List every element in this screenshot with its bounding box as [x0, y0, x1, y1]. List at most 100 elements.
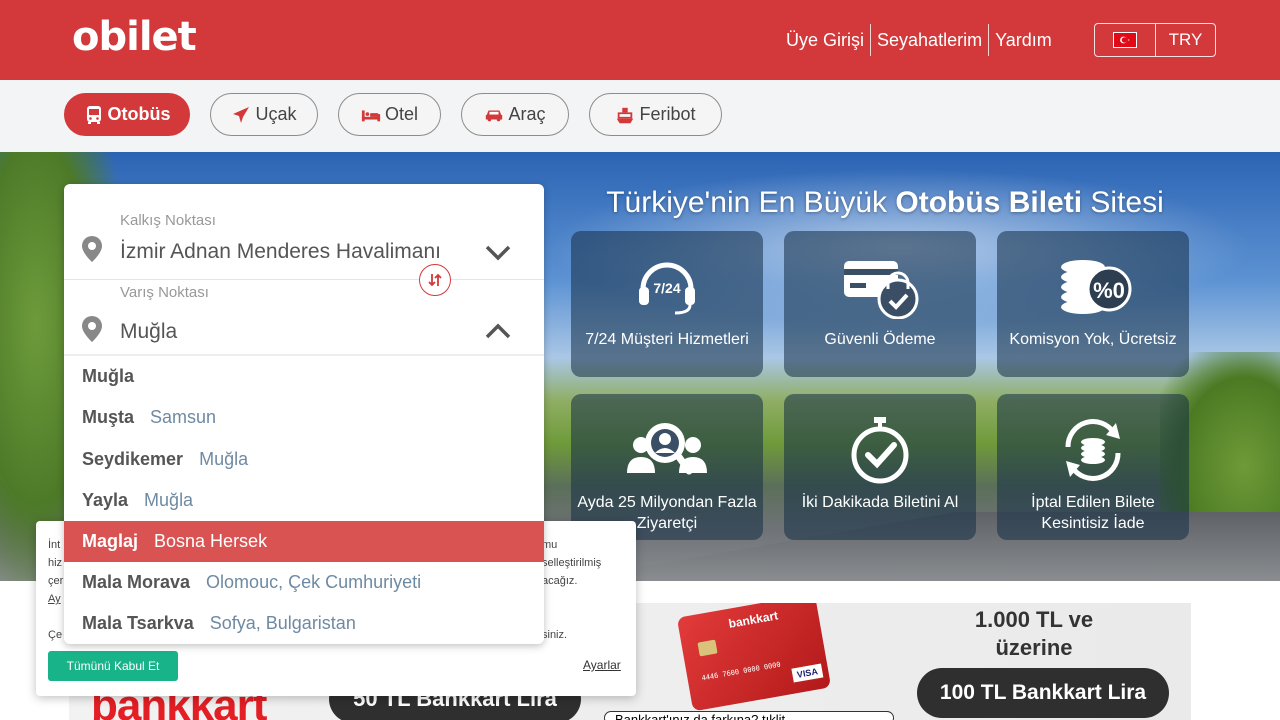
language-currency-selector[interactable]: TRY: [1094, 23, 1216, 57]
credit-card-image: bankkart 4446 7600 0000 0000 VISA: [676, 603, 832, 712]
dropdown-option[interactable]: Muğla: [64, 356, 544, 397]
tab-bus[interactable]: Otobüs: [64, 93, 190, 136]
cookie-link[interactable]: Ay: [48, 593, 61, 605]
refund-coins-icon: [997, 410, 1189, 490]
dropdown-option[interactable]: Yayla Muğla: [64, 480, 544, 521]
option-region: Sofya, Bulgaristan: [209, 613, 356, 633]
destination-label: Varış Noktası: [120, 284, 209, 301]
tab-flight-label: Uçak: [255, 104, 297, 124]
promo-right-line2: üzerine: [995, 635, 1073, 660]
feature-refund-label: İptal Edilen Bilete Kesintisiz İade: [1031, 494, 1155, 532]
obilet-logo[interactable]: obilet: [72, 14, 197, 60]
coins-zero-percent-icon: %0: [997, 247, 1189, 327]
origin-field[interactable]: Kalkış Noktası İzmir Adnan Menderes Hava…: [64, 184, 544, 279]
header: obilet Üye Girişi Seyahatlerim Yardım TR…: [0, 0, 1280, 80]
login-link[interactable]: Üye Girişi: [780, 24, 870, 56]
option-region: Muğla: [144, 490, 194, 510]
product-tabs: Otobüs Uçak Otel Araç Feribot: [0, 80, 1280, 152]
feature-two-minutes-label: İki Dakikada Biletini Al: [801, 494, 959, 511]
bus-icon: [84, 105, 104, 125]
feature-secure-payment: Güvenli Ödeme: [784, 231, 976, 377]
cookie-settings-link[interactable]: Ayarlar: [583, 658, 621, 672]
chevron-down-icon[interactable]: [484, 244, 512, 262]
turkey-flag-icon: [1113, 32, 1137, 48]
option-region: Bosna Hersek: [154, 531, 268, 551]
option-name: Maglaj: [82, 531, 139, 551]
stopwatch-check-icon: [784, 410, 976, 490]
promo-pill-right: 100 TL Bankkart Lira: [917, 668, 1169, 718]
tab-ferry[interactable]: Feribot: [589, 93, 722, 136]
cookie-text-line: hiz: [48, 557, 63, 569]
option-region: Olomouc, Çek Cumhuriyeti: [206, 572, 422, 592]
dropdown-option-selected[interactable]: Maglaj Bosna Hersek: [64, 521, 544, 562]
option-region: Muğla: [199, 449, 249, 469]
dropdown-option[interactable]: Seydikemer Muğla: [64, 439, 544, 480]
visa-logo: VISA: [791, 663, 824, 683]
zero-percent-text: %0: [1093, 278, 1125, 303]
origin-label: Kalkış Noktası: [120, 212, 216, 229]
help-link[interactable]: Yardım: [989, 24, 1058, 56]
bed-icon: [361, 105, 381, 125]
feature-no-commission-label: Komisyon Yok, Ücretsiz: [1009, 331, 1177, 348]
feature-support: 7/24 7/24 Müşteri Hizmetleri: [571, 231, 763, 377]
dropdown-option[interactable]: Mala Morava Olomouc, Çek Cumhuriyeti: [64, 562, 544, 603]
headset-icon: 7/24: [571, 247, 763, 327]
feature-secure-payment-label: Güvenli Ödeme: [824, 331, 936, 348]
plane-icon: [231, 105, 251, 125]
ferry-icon: [615, 105, 635, 125]
hero-title-post: Sitesi: [1090, 186, 1164, 219]
cookie-text-line: Çe: [48, 629, 63, 641]
location-pin-icon: [82, 316, 102, 342]
origin-value: İzmir Adnan Menderes Havalimanı: [120, 240, 441, 263]
top-nav: Üye Girişi Seyahatlerim Yardım: [780, 24, 1058, 56]
cookie-text-line: acağız.: [542, 575, 578, 587]
car-icon: [484, 105, 504, 125]
card-number: 4446 7600 0000 0000: [701, 660, 782, 683]
option-name: Yayla: [82, 490, 129, 510]
option-name: Seydikemer: [82, 449, 184, 469]
tab-car-label: Araç: [508, 104, 546, 124]
card-chip: [697, 639, 718, 657]
destination-input[interactable]: Muğla: [120, 320, 177, 344]
option-name: Mala Morava: [82, 572, 191, 592]
tab-hotel[interactable]: Otel: [338, 93, 441, 136]
tab-bus-label: Otobüs: [107, 104, 171, 124]
option-name: Mala Tsarkva: [82, 613, 194, 633]
tab-ferry-label: Feribot: [639, 104, 696, 124]
hero-title-bold: Otobüs Bileti: [895, 186, 1083, 219]
headset-icon-text: 7/24: [653, 280, 680, 296]
currency-button[interactable]: TRY: [1156, 24, 1215, 56]
tab-hotel-label: Otel: [384, 104, 418, 124]
chevron-up-icon[interactable]: [484, 322, 512, 340]
hero-title-pre: Türkiye'nin En Büyük: [606, 186, 888, 219]
language-button[interactable]: [1095, 24, 1156, 56]
location-pin-icon: [82, 236, 102, 262]
cookie-text-line: çer: [48, 575, 64, 587]
feature-two-minutes: İki Dakikada Biletini Al: [784, 394, 976, 540]
option-region: Samsun: [150, 407, 217, 427]
destination-field[interactable]: Varış Noktası Muğla: [64, 280, 544, 354]
promo-right-line1: 1.000 TL ve: [974, 607, 1094, 632]
tab-flight[interactable]: Uçak: [210, 93, 318, 136]
feature-visitors: Ayda 25 Milyondan Fazla Ziyaretçi: [571, 394, 763, 540]
accept-all-cookies-button[interactable]: Tümünü Kabul Et: [48, 651, 178, 681]
feature-refund: İptal Edilen Bilete Kesintisiz İade: [997, 394, 1189, 540]
option-name: Muşta: [82, 407, 135, 427]
feature-support-label: 7/24 Müşteri Hizmetleri: [585, 331, 749, 348]
promo-small-text: Bankkart'ınız da farkına? tıklit: [604, 711, 894, 720]
cookie-text-line: siniz.: [542, 629, 568, 641]
cookie-text-line: selleştirilmiş: [542, 557, 602, 569]
dropdown-option[interactable]: Mala Tsarkva Sofya, Bulgaristan: [64, 603, 544, 644]
tab-car[interactable]: Araç: [461, 93, 569, 136]
search-card: Kalkış Noktası İzmir Adnan Menderes Hava…: [64, 184, 544, 644]
cookie-text-line: İnt: [48, 539, 61, 551]
option-name: Muğla: [82, 366, 134, 386]
card-brand: bankkart: [727, 608, 780, 631]
my-trips-link[interactable]: Seyahatlerim: [871, 24, 988, 56]
hero-title: Türkiye'nin En Büyük Otobüs Bileti Sites…: [560, 186, 1210, 220]
secure-card-icon: [784, 247, 976, 327]
cookie-text-line: mu: [542, 539, 558, 551]
feature-no-commission: %0 Komisyon Yok, Ücretsiz: [997, 231, 1189, 377]
dropdown-option[interactable]: Muşta Samsun: [64, 397, 544, 438]
visitors-search-icon: [571, 410, 763, 490]
